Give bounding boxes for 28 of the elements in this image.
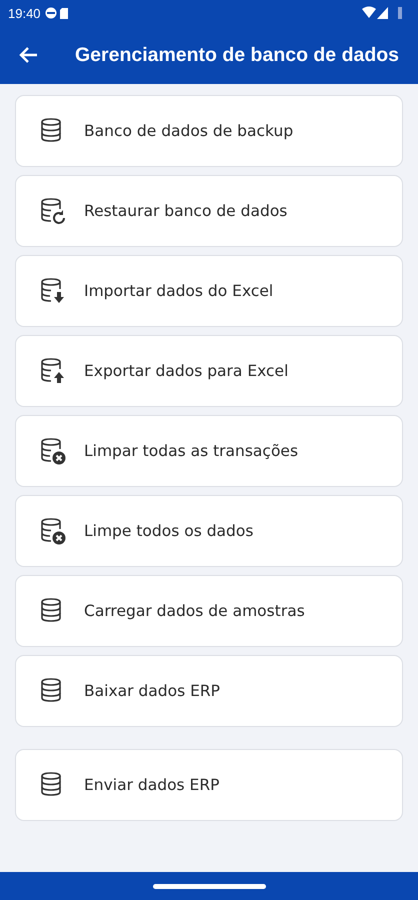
menu-card[interactable]: Importar dados do Excel <box>15 255 403 327</box>
menu-label: Carregar dados de amostras <box>84 602 305 620</box>
menu-label: Limpe todos os dados <box>84 522 254 540</box>
menu-label: Restaurar banco de dados <box>84 202 288 220</box>
battery-icon <box>396 6 404 20</box>
menu-label: Exportar dados para Excel <box>84 362 288 380</box>
database-upload-icon <box>38 357 66 385</box>
menu-label: Enviar dados ERP <box>84 776 220 794</box>
menu-card[interactable]: Exportar dados para Excel <box>15 335 403 407</box>
back-arrow-icon[interactable] <box>18 46 38 64</box>
menu-card[interactable]: Restaurar banco de dados <box>15 175 403 247</box>
menu-card[interactable]: Banco de dados de backup <box>15 95 403 167</box>
menu-label: Banco de dados de backup <box>84 122 294 140</box>
screen-title: Gerenciamento de banco de dados <box>75 44 399 66</box>
menu-label: Importar dados do Excel <box>84 282 274 300</box>
menu-card[interactable]: Limpar todas as transações <box>15 415 403 487</box>
menu-label: Limpar todas as transações <box>84 442 298 460</box>
menu-label: Baixar dados ERP <box>84 682 220 700</box>
menu-card[interactable]: Limpe todos os dados <box>15 495 403 567</box>
database-remove-icon <box>38 517 66 545</box>
home-handle[interactable] <box>152 884 266 888</box>
status-time: 19:40 <box>8 6 41 20</box>
database-download-icon <box>38 277 66 305</box>
database-remove-icon <box>38 437 66 465</box>
menu-card[interactable]: Enviar dados ERP <box>15 749 403 821</box>
menu-card[interactable]: Baixar dados ERP <box>15 655 403 727</box>
database-refresh-icon <box>38 197 66 225</box>
menu-card[interactable]: Carregar dados de amostras <box>15 575 403 647</box>
